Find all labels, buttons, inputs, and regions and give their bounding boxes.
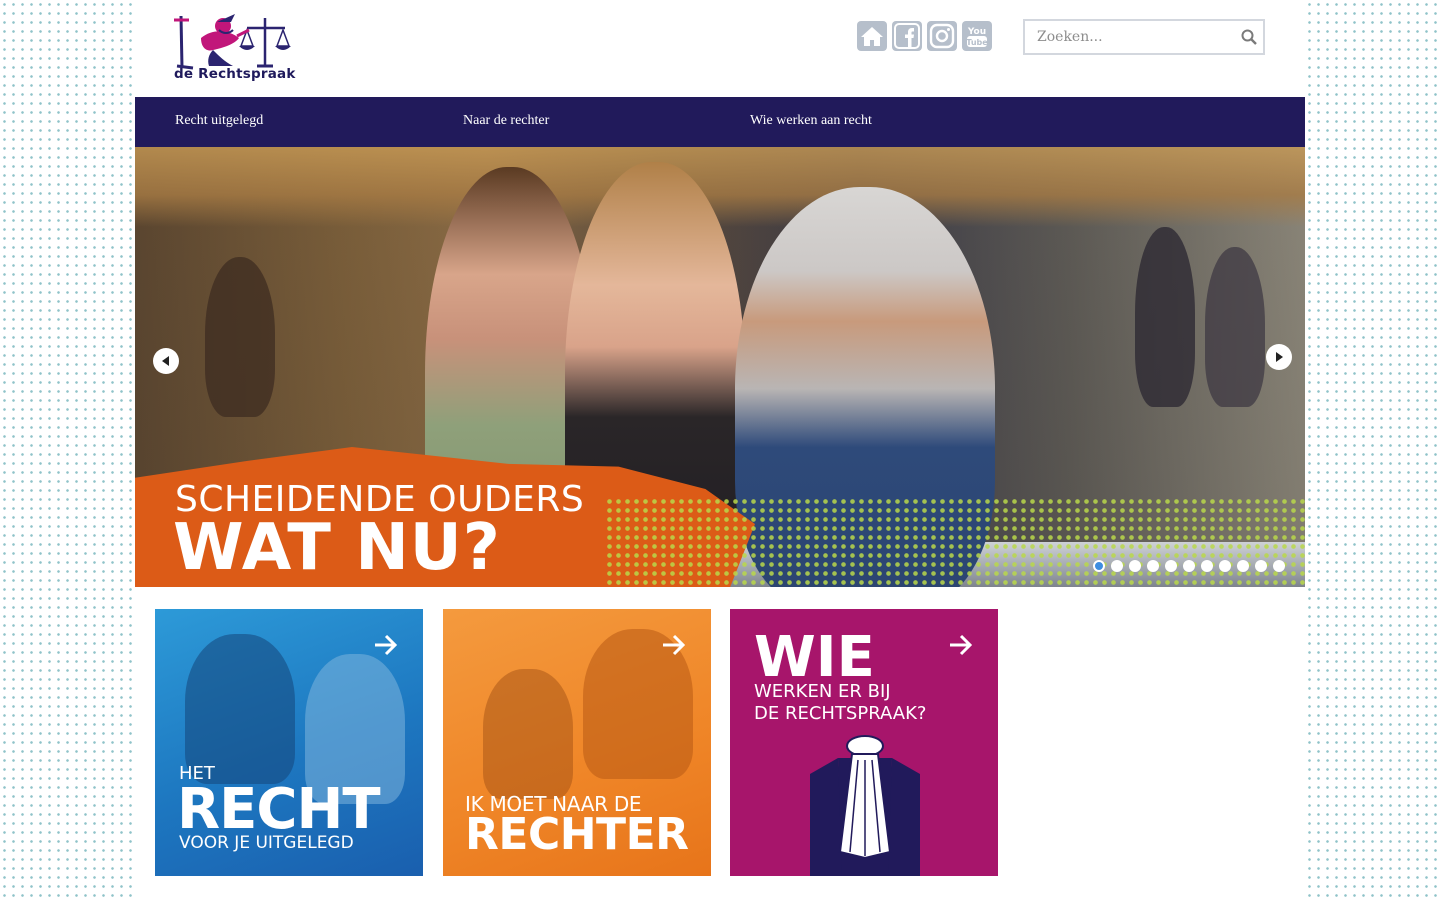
carousel-dot[interactable] (1093, 560, 1105, 572)
instagram-button[interactable] (927, 21, 957, 51)
arrow-right-icon (1276, 352, 1283, 362)
tile-naar-de-rechter[interactable]: IK MOET NAAR DE RECHTER (443, 609, 711, 876)
toga-icon (810, 735, 920, 876)
hero-caption-line2: WAT NU? (173, 511, 501, 585)
tile-recht-uitgelegd[interactable]: HET RECHT VOOR JE UITGELEGD (155, 609, 423, 876)
nav-item-naar-de-rechter[interactable]: Naar de rechter (463, 113, 549, 129)
tile-title: RECHTER (465, 809, 689, 860)
carousel-dot[interactable] (1255, 560, 1267, 572)
carousel-dot[interactable] (1219, 560, 1231, 572)
carousel-dot[interactable] (1201, 560, 1213, 572)
tile-subtitle: VOOR JE UITGELEGD (179, 833, 354, 853)
lady-justice-icon (174, 14, 291, 70)
nav-item-wie-werken-aan-recht[interactable]: Wie werken aan recht (750, 113, 872, 129)
social-links: You Tube (857, 21, 992, 51)
carousel-dot[interactable] (1273, 560, 1285, 572)
home-icon (861, 27, 883, 46)
hero-carousel: SCHEIDENDE OUDERS WAT NU? (135, 147, 1305, 587)
tile-subtitle: WERKEN ER BIJ (754, 681, 891, 702)
svg-text:Tube: Tube (966, 38, 988, 47)
tile-photo-person (185, 634, 295, 784)
carousel-dot[interactable] (1165, 560, 1177, 572)
search-box (1023, 19, 1265, 55)
carousel-dot[interactable] (1183, 560, 1195, 572)
nav-item-recht-uitgelegd[interactable]: Recht uitgelegd (175, 113, 263, 129)
carousel-dot[interactable] (1147, 560, 1159, 572)
tile-subtitle-2: DE RECHTSPRAAK? (754, 703, 927, 724)
tile-wie-werken-er-bij[interactable]: WIE WERKEN ER BIJ DE RECHTSPRAAK? (730, 609, 998, 876)
carousel-dot[interactable] (1129, 560, 1141, 572)
instagram-icon (929, 23, 955, 49)
main-nav: Recht uitgelegd Naar de rechter Wie werk… (135, 97, 1305, 147)
arrow-right-icon (663, 634, 686, 656)
youtube-icon: You Tube (966, 27, 988, 47)
search-icon (1241, 29, 1257, 45)
tile-photo-person (483, 669, 573, 799)
facebook-icon (894, 23, 920, 49)
svg-text:You: You (967, 27, 986, 37)
header: de Rechtspraak You Tube Zoeken... (135, 0, 1305, 97)
search-button[interactable] (1241, 29, 1257, 49)
carousel-prev-button[interactable] (153, 348, 179, 374)
page-container: de Rechtspraak You Tube Zoeken... Recht … (135, 0, 1305, 900)
carousel-next-button[interactable] (1266, 344, 1292, 370)
youtube-button[interactable]: You Tube (962, 21, 992, 51)
logo-text: de Rechtspraak (174, 66, 296, 82)
facebook-button[interactable] (892, 21, 922, 51)
arrow-right-icon (950, 634, 973, 656)
search-input[interactable] (1025, 21, 1225, 53)
arrow-right-icon (375, 634, 398, 656)
arrow-left-icon (162, 356, 169, 366)
carousel-indicators (1093, 560, 1285, 572)
home-button[interactable] (857, 21, 887, 51)
carousel-dot[interactable] (1111, 560, 1123, 572)
carousel-dot[interactable] (1237, 560, 1249, 572)
